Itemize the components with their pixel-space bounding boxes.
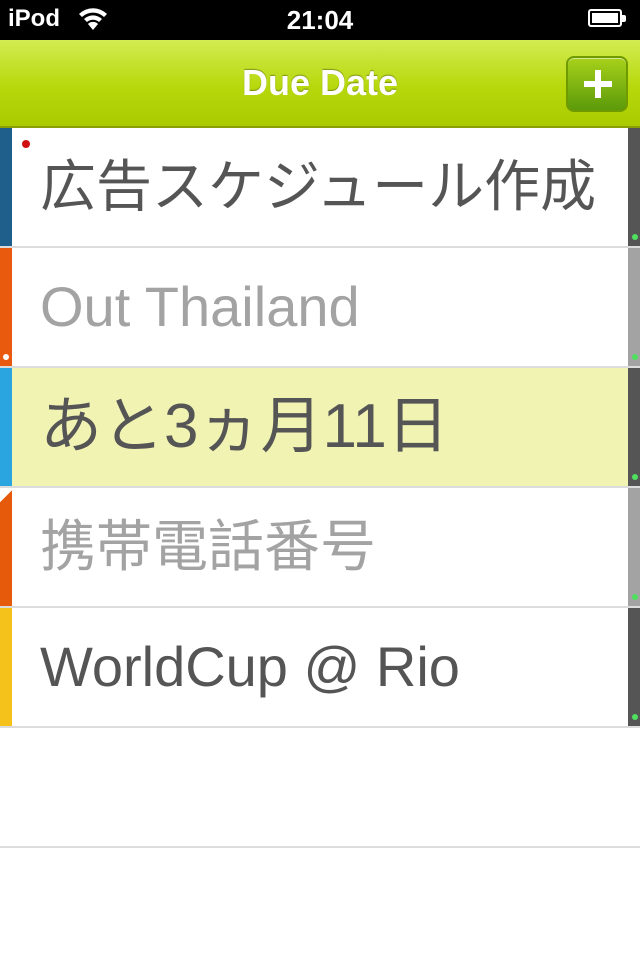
status-bar-indicator bbox=[628, 488, 640, 606]
item-title: 広告スケジュール作成 bbox=[40, 155, 597, 218]
status-dot-icon bbox=[632, 354, 638, 360]
category-color-stripe bbox=[0, 368, 12, 486]
list-item[interactable]: Out Thailand bbox=[0, 248, 640, 368]
item-title: 携帯電話番号 bbox=[40, 515, 376, 578]
navigation-bar: Due Date bbox=[0, 40, 640, 128]
category-color-stripe bbox=[0, 128, 12, 246]
status-bar-indicator bbox=[628, 608, 640, 726]
list-item[interactable]: 携帯電話番号 bbox=[0, 488, 640, 608]
status-bar-indicator bbox=[628, 368, 640, 486]
battery-icon bbox=[588, 9, 628, 29]
status-dot-icon bbox=[632, 234, 638, 240]
status-bar-indicator bbox=[628, 248, 640, 366]
status-dot-icon bbox=[632, 714, 638, 720]
empty-list-row bbox=[0, 728, 640, 848]
item-title: あと3ヵ月11日 bbox=[40, 392, 449, 461]
category-color-stripe bbox=[0, 248, 12, 366]
list-item[interactable]: WorldCup @ Rio bbox=[0, 608, 640, 728]
corner-mark-icon bbox=[0, 488, 12, 508]
list-item[interactable]: 広告スケジュール作成 bbox=[0, 128, 640, 248]
add-item-button[interactable] bbox=[566, 56, 628, 112]
status-dot-icon bbox=[632, 474, 638, 480]
status-dot-icon bbox=[632, 594, 638, 600]
item-title: WorldCup @ Rio bbox=[40, 635, 460, 698]
due-date-list: 広告スケジュール作成 Out Thailand あと3ヵ月11日 携帯電話番号 … bbox=[0, 128, 640, 848]
list-item[interactable]: あと3ヵ月11日 bbox=[0, 368, 640, 488]
item-title: Out Thailand bbox=[40, 275, 360, 338]
marker-dot-icon bbox=[3, 354, 9, 360]
clock-time: 21:04 bbox=[286, 5, 354, 35]
alert-dot-icon bbox=[22, 140, 30, 148]
status-bar-indicator bbox=[628, 128, 640, 246]
category-color-stripe bbox=[0, 608, 12, 726]
status-bar: iPod 21:04 bbox=[0, 0, 640, 40]
page-title: Due Date bbox=[241, 62, 399, 103]
